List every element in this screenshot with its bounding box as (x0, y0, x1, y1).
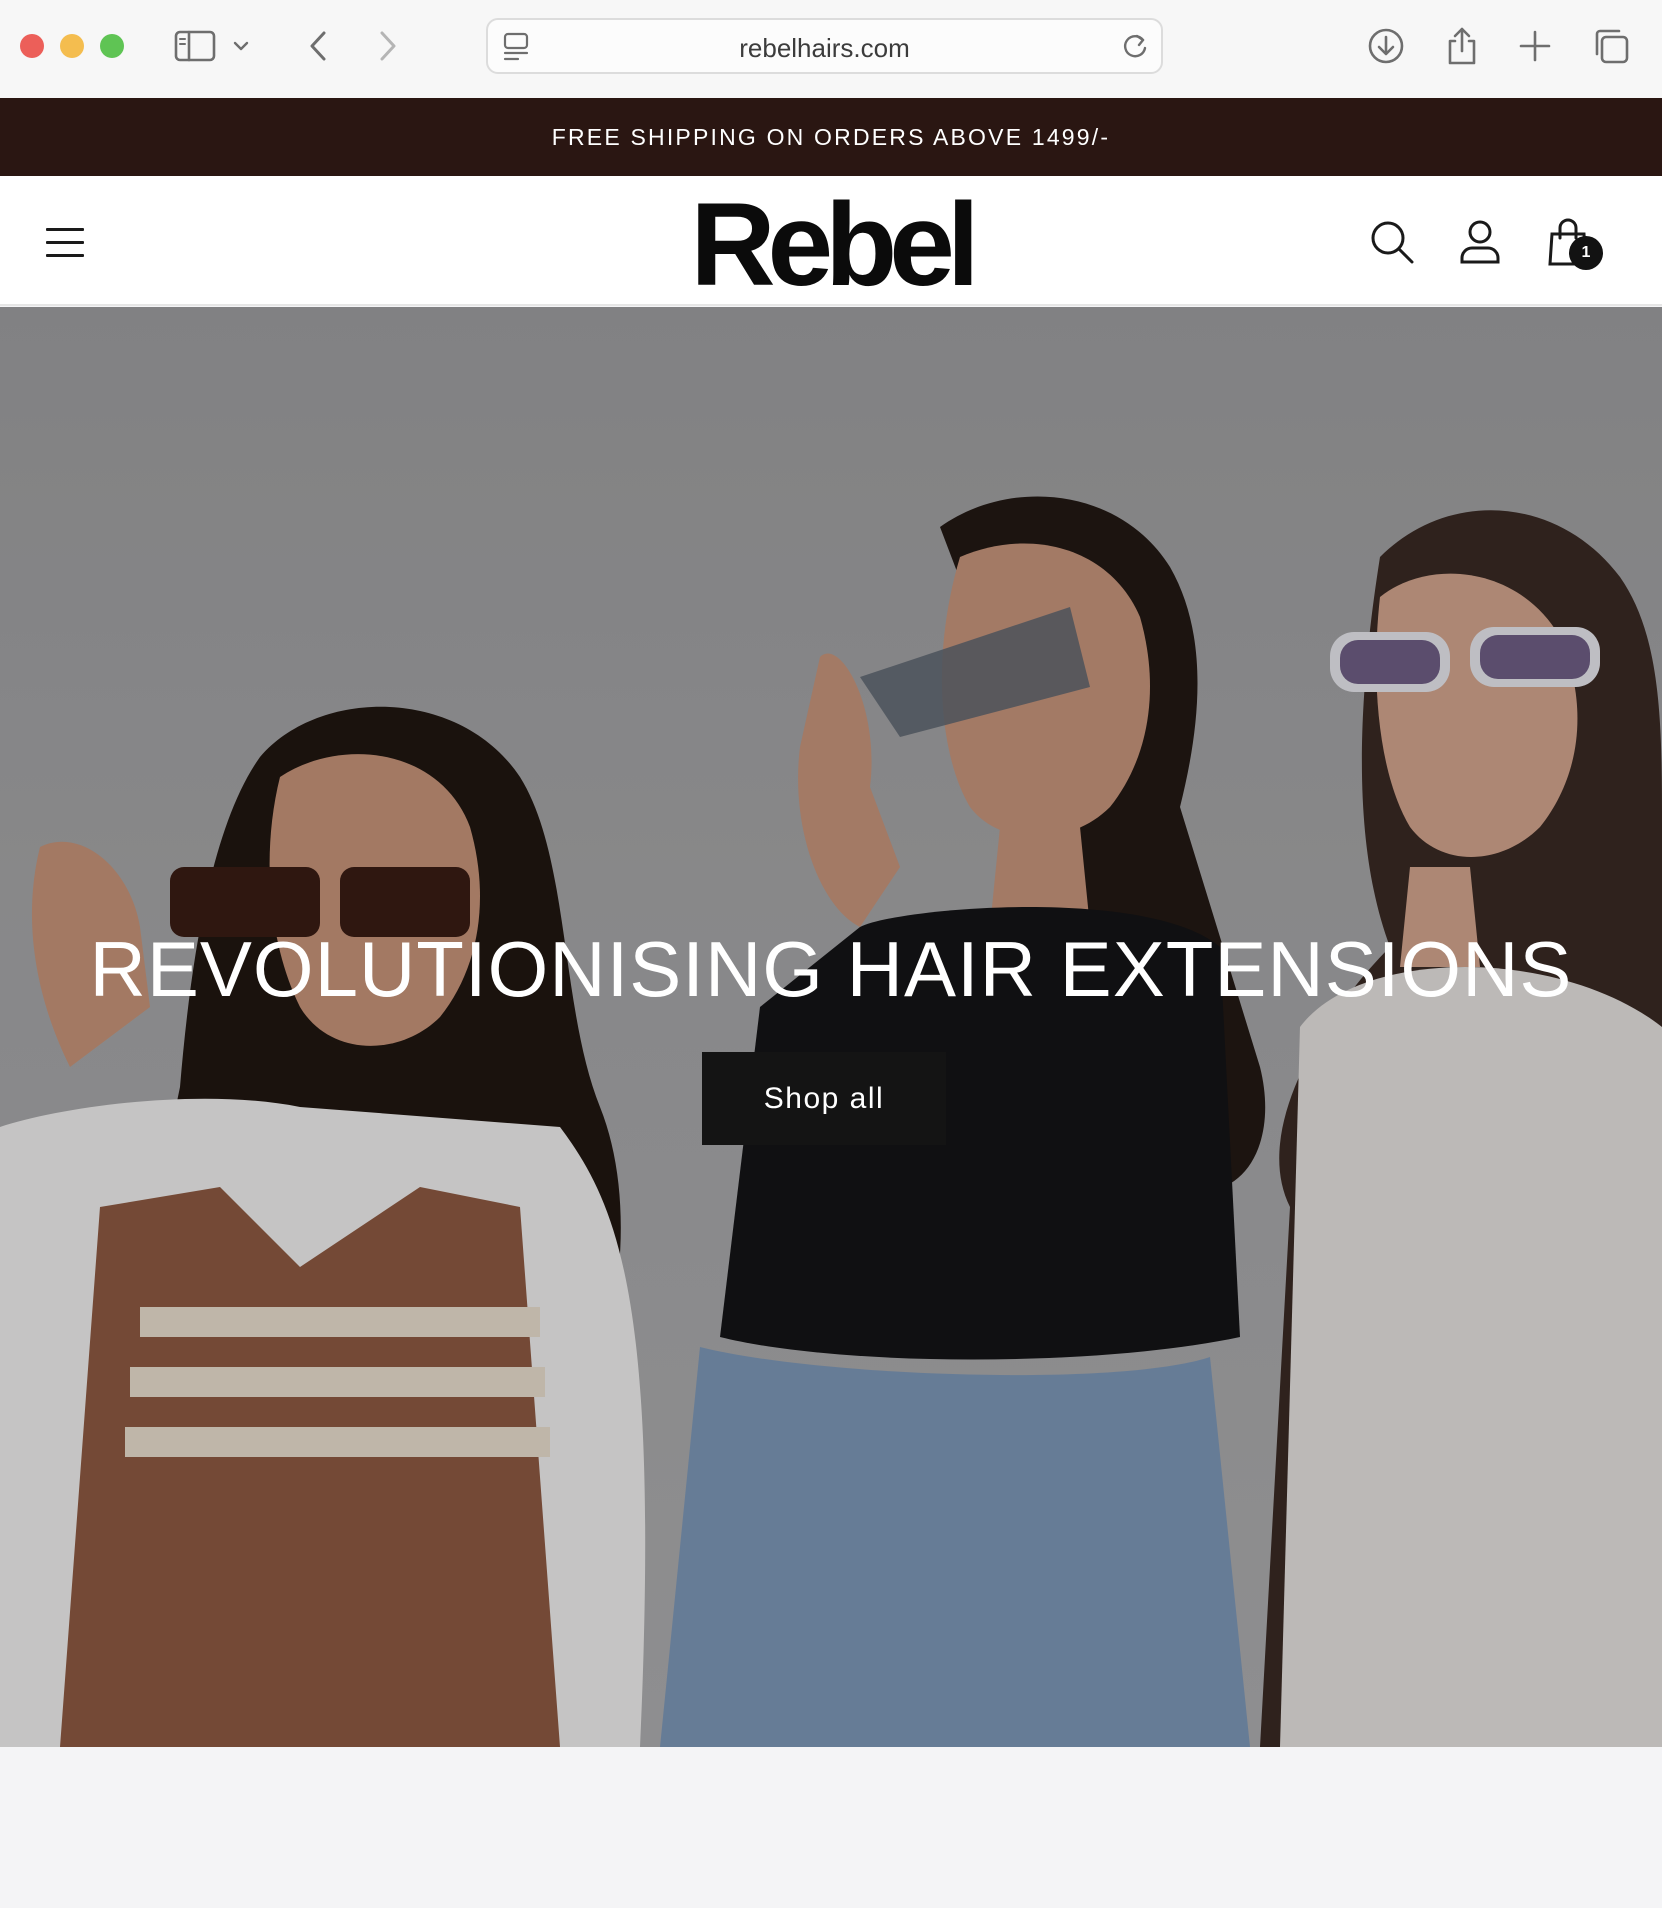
search-icon[interactable] (1366, 216, 1418, 268)
hero-overlay (0, 307, 1662, 1747)
chevron-down-icon[interactable] (226, 22, 256, 70)
tabs-overview-icon[interactable] (1587, 22, 1635, 70)
forward-icon[interactable] (364, 22, 412, 70)
browser-toolbar: rebelhairs.com (0, 0, 1662, 98)
announcement-text: FREE SHIPPING ON ORDERS ABOVE 1499/- (551, 123, 1111, 150)
site-header: Rebel (0, 176, 1662, 306)
address-bar[interactable]: rebelhairs.com (486, 18, 1163, 74)
hero-banner: REVOLUTIONISING HAIR EXTENSIONS Shop all (0, 307, 1662, 1747)
zoom-window-button[interactable] (100, 34, 124, 58)
url-text[interactable]: rebelhairs.com (488, 33, 1161, 64)
download-icon[interactable] (1362, 22, 1410, 70)
back-icon[interactable] (294, 22, 342, 70)
page-section-background (0, 1747, 1662, 1908)
close-window-button[interactable] (20, 34, 44, 58)
shop-all-button[interactable]: Shop all (702, 1052, 946, 1145)
account-icon[interactable] (1454, 216, 1506, 268)
cart-count-badge: 1 (1569, 236, 1603, 270)
new-tab-icon[interactable] (1511, 22, 1559, 70)
share-icon[interactable] (1438, 22, 1486, 70)
announcement-bar: FREE SHIPPING ON ORDERS ABOVE 1499/- (0, 98, 1662, 176)
hero-title: REVOLUTIONISING HAIR EXTENSIONS (89, 925, 1573, 1013)
reload-icon[interactable] (1119, 30, 1151, 67)
minimize-window-button[interactable] (60, 34, 84, 58)
sidebar-icon[interactable] (171, 22, 219, 70)
